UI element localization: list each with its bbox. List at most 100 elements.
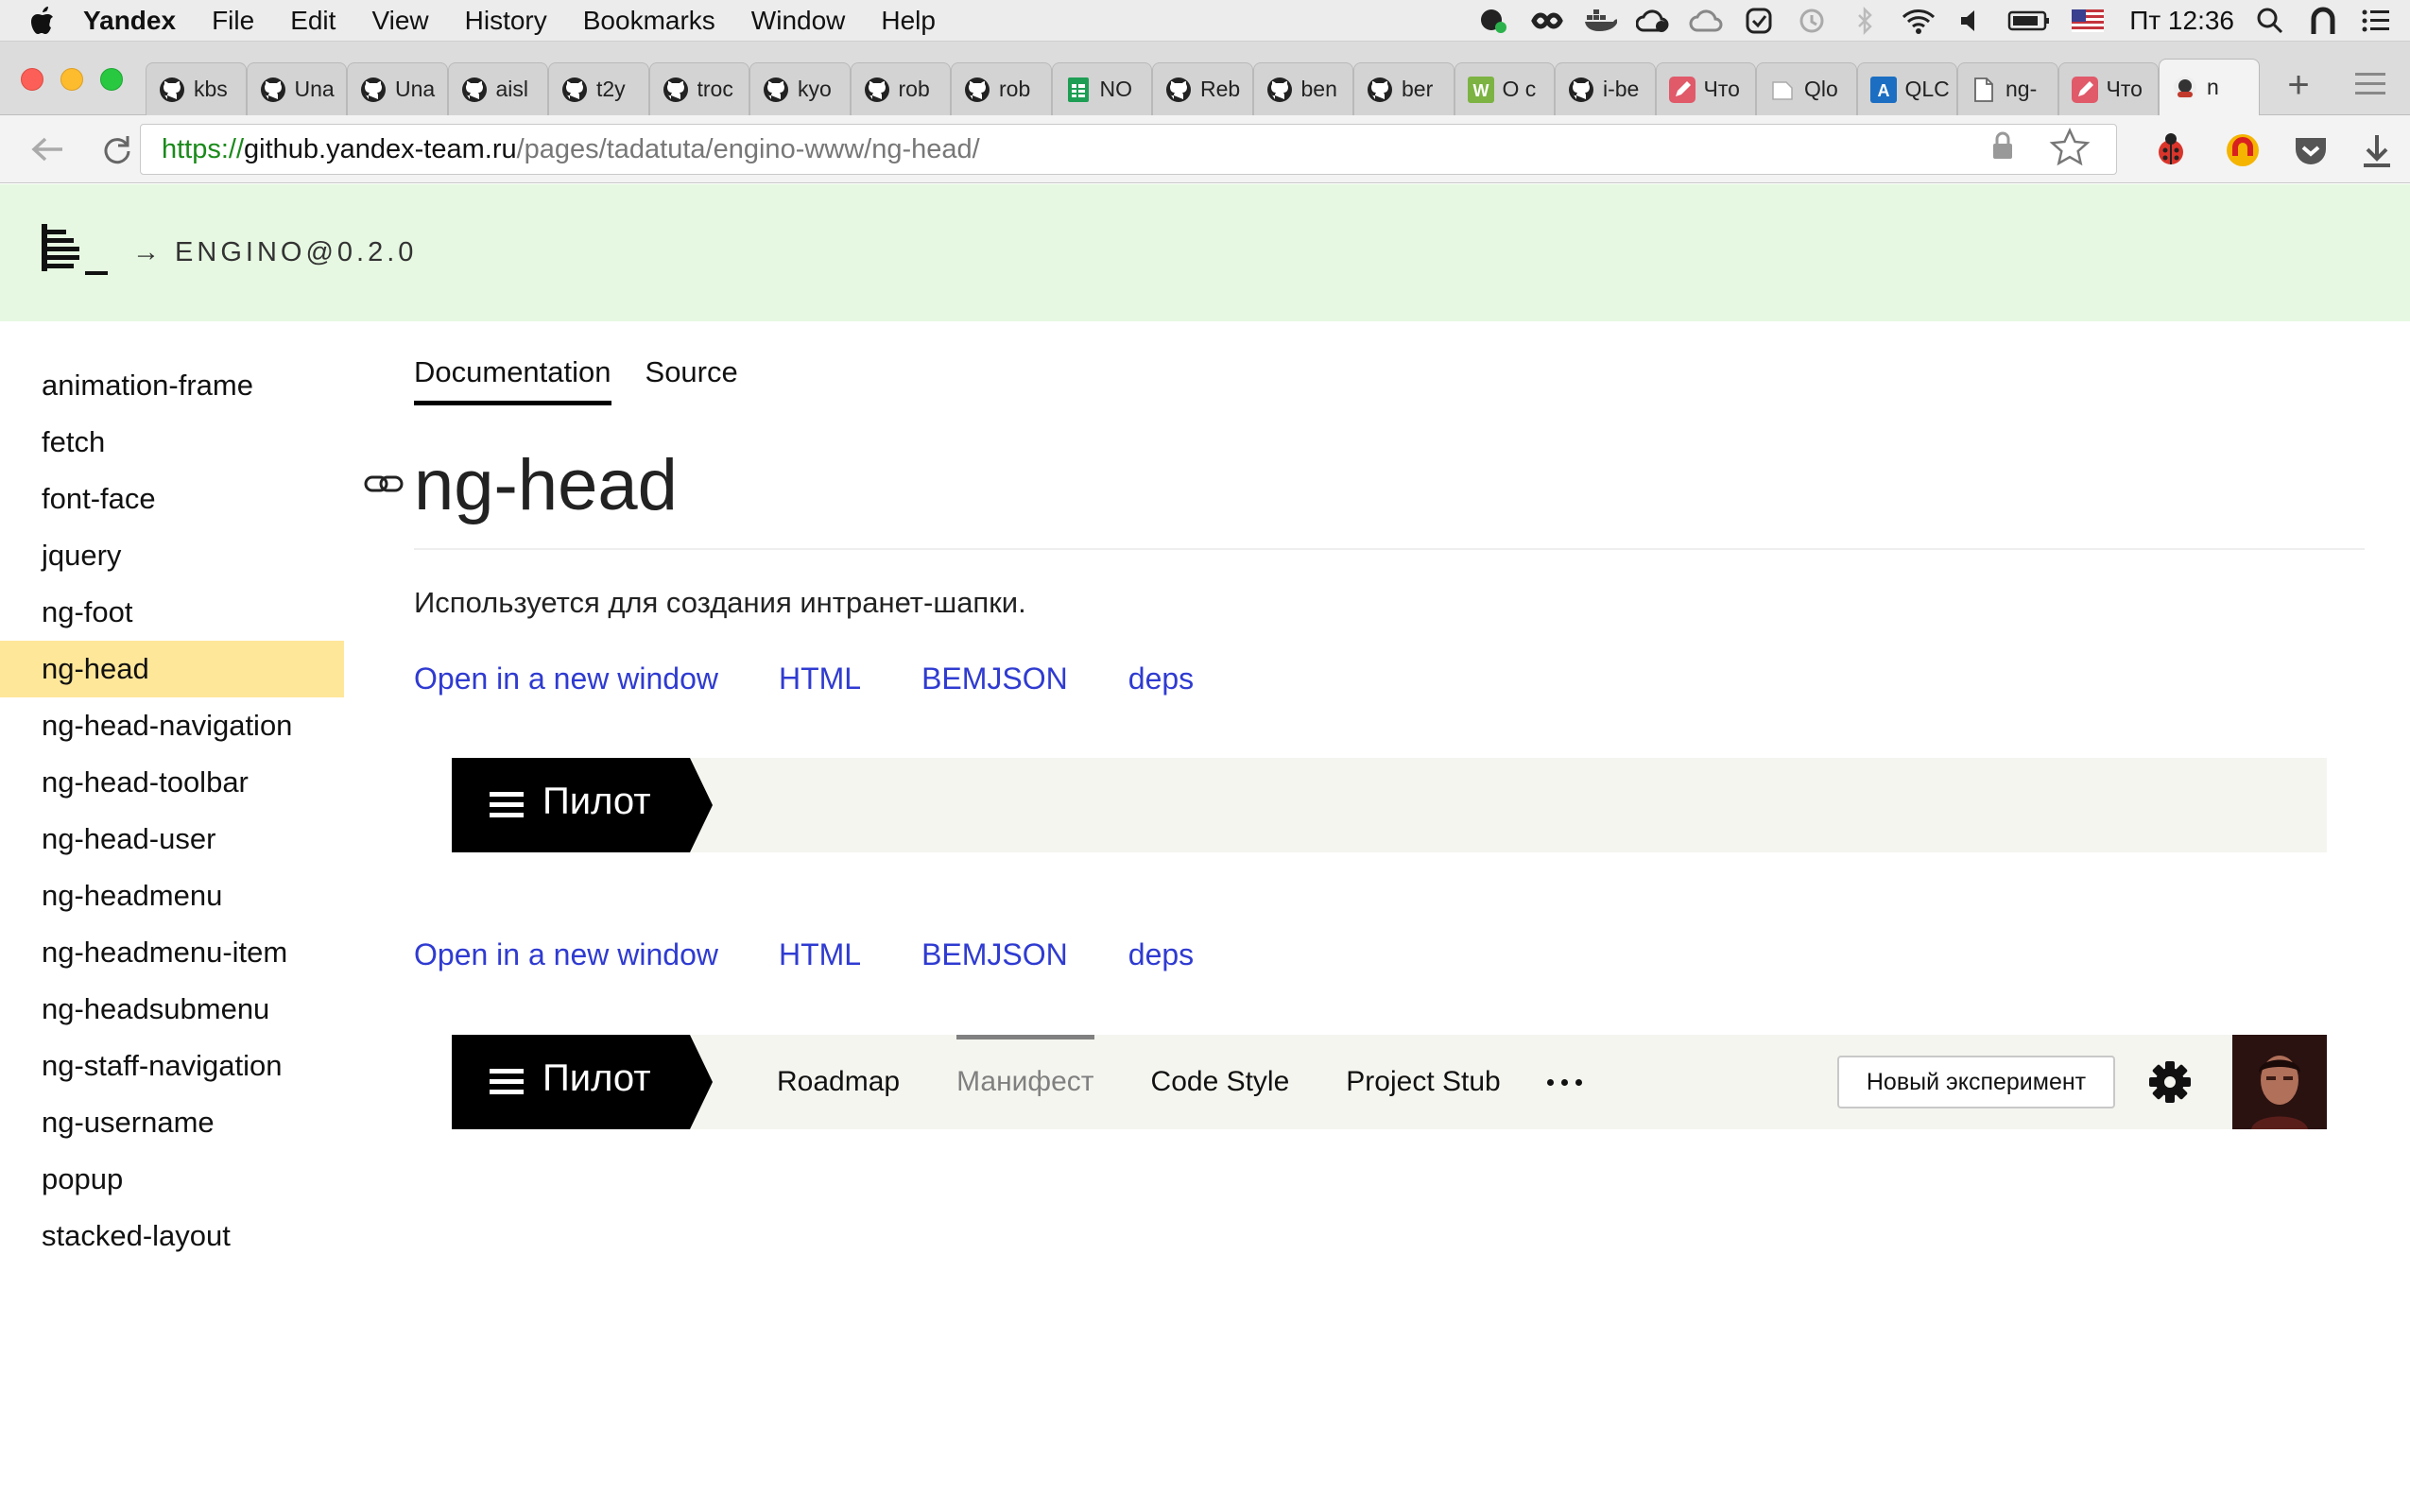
sidebar-item-ng-staff-navigation[interactable]: ng-staff-navigation — [0, 1038, 344, 1094]
pilot-brand-button[interactable]: Пилот — [452, 758, 726, 852]
browser-tab[interactable]: Una — [347, 62, 448, 115]
browser-tab[interactable]: NO — [1051, 62, 1152, 115]
open-new-window-link[interactable]: Open in a new window — [414, 937, 718, 972]
browser-tab[interactable]: kbs — [146, 62, 247, 115]
sidebar-item-fetch[interactable]: fetch — [0, 414, 344, 471]
minimize-window-button[interactable] — [60, 68, 83, 91]
bemjson-link[interactable]: BEMJSON — [921, 662, 1068, 696]
browser-tab[interactable]: i-be — [1555, 62, 1656, 115]
ladybug-extension-icon[interactable] — [2147, 127, 2195, 174]
browser-tab[interactable]: rob — [951, 62, 1052, 115]
volume-icon[interactable] — [1954, 6, 1988, 36]
bluetooth-icon[interactable] — [1848, 6, 1882, 36]
tab-menu-icon[interactable] — [2355, 70, 2385, 98]
check-circle-icon[interactable] — [1742, 6, 1776, 36]
sidebar-item-ng-head[interactable]: ng-head — [0, 641, 344, 697]
sidebar-item-jquery[interactable]: jquery — [0, 527, 344, 584]
deps-link[interactable]: deps — [1128, 662, 1194, 696]
browser-tab[interactable]: troc — [648, 62, 749, 115]
browser-tab[interactable]: Что — [2057, 62, 2159, 115]
download-icon[interactable] — [2353, 127, 2401, 174]
sidebar-item-ng-head-navigation[interactable]: ng-head-navigation — [0, 697, 344, 754]
zoom-window-button[interactable] — [100, 68, 123, 91]
sidebar-item-ng-username[interactable]: ng-username — [0, 1094, 344, 1151]
gear-icon[interactable] — [2145, 1057, 2195, 1107]
user-avatar[interactable] — [2232, 1035, 2327, 1129]
browser-tab[interactable]: Что — [1655, 62, 1756, 115]
sidebar-item-ng-head-toolbar[interactable]: ng-head-toolbar — [0, 754, 344, 811]
browser-tab[interactable]: t2y — [548, 62, 649, 115]
sidebar-item-animation-frame[interactable]: animation-frame — [0, 357, 344, 414]
open-new-window-link[interactable]: Open in a new window — [414, 662, 718, 696]
sidebar-item-font-face[interactable]: font-face — [0, 471, 344, 527]
clock[interactable]: Пт 12:36 — [2129, 6, 2234, 36]
sidebar-item-popup[interactable]: popup — [0, 1151, 344, 1208]
sheets-icon — [1064, 76, 1093, 104]
menu-view[interactable]: View — [353, 0, 446, 42]
browser-tab[interactable]: WО с — [1454, 62, 1555, 115]
menu-app-name[interactable]: Yandex — [64, 0, 194, 42]
infinity-icon[interactable] — [1530, 6, 1564, 36]
tab-source[interactable]: Source — [646, 355, 738, 405]
browser-tab[interactable]: aisl — [447, 62, 548, 115]
us-flag-icon[interactable] — [2071, 6, 2105, 36]
apple-icon[interactable] — [21, 0, 64, 42]
sidebar-item-ng-headmenu-item[interactable]: ng-headmenu-item — [0, 924, 344, 981]
nav-item-project-stub[interactable]: Project Stub — [1317, 1035, 1528, 1129]
wifi-icon[interactable] — [1901, 6, 1936, 36]
menu-file[interactable]: File — [194, 0, 272, 42]
docker-icon[interactable] — [1583, 6, 1618, 36]
close-window-button[interactable] — [21, 68, 43, 91]
deps-link[interactable]: deps — [1128, 937, 1194, 972]
nav-item-manifest[interactable]: Манифест — [928, 1035, 1122, 1129]
magnet-extension-icon[interactable] — [2219, 127, 2266, 174]
pilot-brand-button[interactable]: Пилот — [452, 1035, 726, 1129]
menu-edit[interactable]: Edit — [272, 0, 353, 42]
html-link[interactable]: HTML — [779, 937, 861, 972]
browser-tab[interactable]: rob — [850, 62, 951, 115]
browser-tab[interactable]: Qlo — [1756, 62, 1857, 115]
browser-tab[interactable]: ber — [1353, 62, 1455, 115]
time-machine-icon[interactable] — [1795, 6, 1829, 36]
back-arrow-icon[interactable] — [25, 127, 70, 172]
engino-logo[interactable] — [42, 224, 110, 281]
address-bar[interactable]: https://github.yandex-team.ru/pages/tada… — [140, 124, 2117, 175]
nav-item-code-style[interactable]: Code Style — [1123, 1035, 1318, 1129]
browser-tab[interactable]: ng- — [1957, 62, 2058, 115]
tab-documentation[interactable]: Documentation — [414, 355, 611, 405]
pocket-icon[interactable] — [2287, 127, 2334, 174]
browser-tab[interactable]: Reb — [1152, 62, 1253, 115]
sidebar-item-ng-headmenu[interactable]: ng-headmenu — [0, 868, 344, 924]
creative-cloud-icon[interactable] — [1689, 6, 1723, 36]
browser-tab[interactable]: ben — [1252, 62, 1353, 115]
more-dots-icon[interactable] — [1535, 1035, 1595, 1129]
bemjson-link[interactable]: BEMJSON — [921, 937, 1068, 972]
new-experiment-button[interactable]: Новый эксперимент — [1837, 1056, 2115, 1108]
menu-window[interactable]: Window — [733, 0, 864, 42]
reload-icon[interactable] — [95, 127, 140, 172]
browser-tab[interactable]: Una — [246, 62, 347, 115]
sidebar-item-ng-head-user[interactable]: ng-head-user — [0, 811, 344, 868]
sidebar-item-ng-headsubmenu[interactable]: ng-headsubmenu — [0, 981, 344, 1038]
sidebar-item-stacked-layout[interactable]: stacked-layout — [0, 1208, 344, 1264]
lock-icon[interactable] — [1989, 130, 2020, 164]
new-tab-button[interactable]: + — [2278, 64, 2319, 106]
nav-item-roadmap[interactable]: Roadmap — [749, 1035, 928, 1129]
browser-tab[interactable]: n — [2159, 59, 2260, 115]
bookmark-star-icon[interactable] — [2049, 127, 2094, 172]
html-link[interactable]: HTML — [779, 662, 861, 696]
user-account-icon[interactable] — [2306, 6, 2340, 36]
anchor-link-icon[interactable] — [363, 469, 405, 499]
spotlight-search-icon[interactable] — [2253, 6, 2287, 36]
browser-tab[interactable]: kyo — [749, 62, 851, 115]
menu-help[interactable]: Help — [863, 0, 954, 42]
alfred-icon[interactable] — [1477, 6, 1511, 36]
menu-bookmarks[interactable]: Bookmarks — [565, 0, 733, 42]
sidebar-item-ng-foot[interactable]: ng-foot — [0, 584, 344, 641]
cloud-sync-icon[interactable] — [1636, 6, 1670, 36]
blank-page-icon — [1768, 76, 1797, 104]
browser-tab[interactable]: A QLC — [1856, 62, 1957, 115]
menu-history[interactable]: History — [447, 0, 565, 42]
notification-center-icon[interactable] — [2359, 6, 2393, 36]
battery-icon[interactable] — [2006, 6, 2052, 36]
